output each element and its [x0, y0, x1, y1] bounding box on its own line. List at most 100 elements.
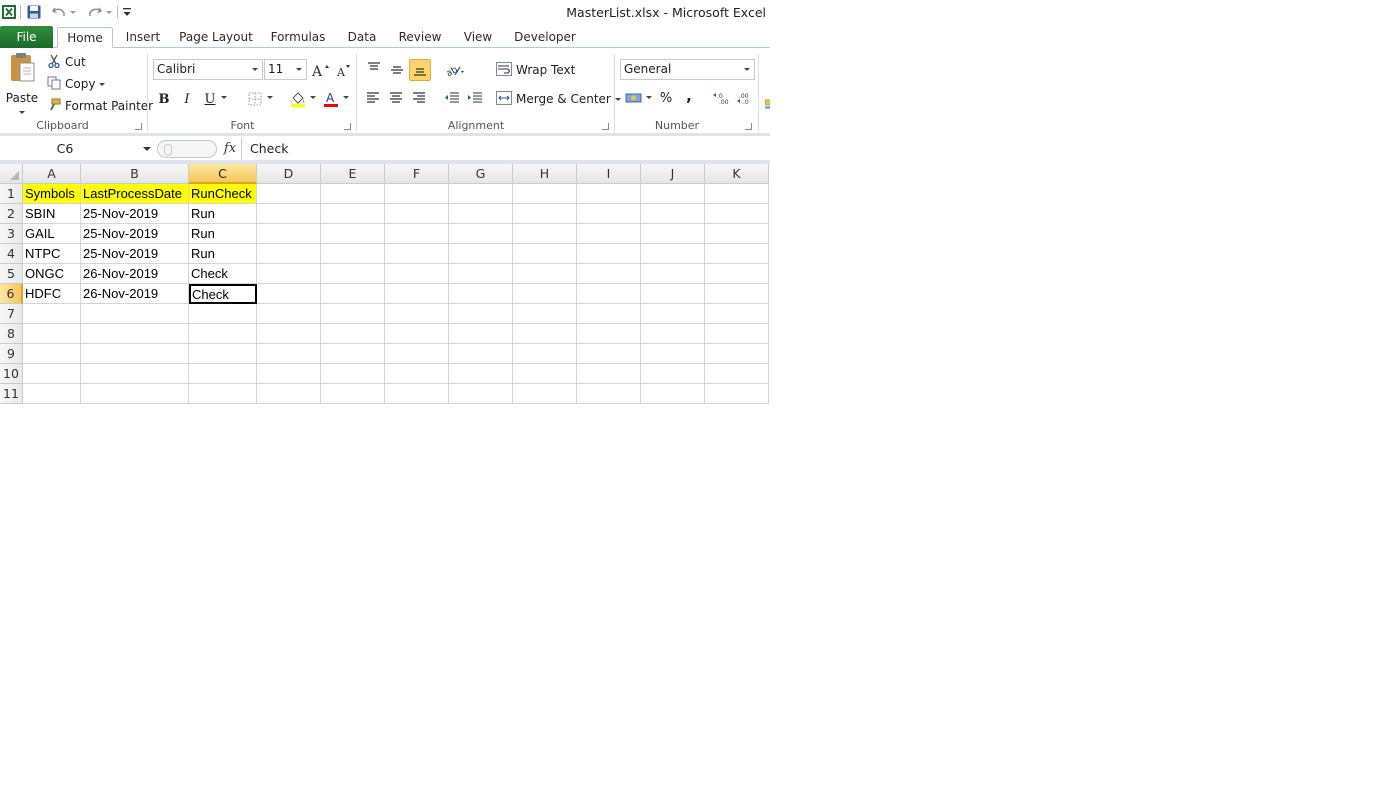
- cell-b4[interactable]: 25-Nov-2019: [81, 244, 189, 264]
- cell-a4[interactable]: NTPC: [23, 244, 81, 264]
- cell-e11[interactable]: [321, 384, 385, 404]
- grow-font-icon[interactable]: A: [309, 59, 331, 81]
- cell-k3[interactable]: [705, 224, 769, 244]
- cell-h9[interactable]: [513, 344, 577, 364]
- number-format-combo[interactable]: General: [620, 59, 755, 80]
- cell-e10[interactable]: [321, 364, 385, 384]
- align-top-icon[interactable]: [363, 57, 385, 79]
- cell-j8[interactable]: [641, 324, 705, 344]
- cell-b3[interactable]: 25-Nov-2019: [81, 224, 189, 244]
- cell-c11[interactable]: [189, 384, 257, 404]
- paste-dropdown-icon[interactable]: [19, 111, 25, 114]
- cell-c5[interactable]: Check: [189, 264, 257, 284]
- cell-i7[interactable]: [577, 304, 641, 324]
- row-header-7[interactable]: 7: [0, 304, 23, 324]
- align-bottom-icon[interactable]: [409, 59, 431, 81]
- cell-h4[interactable]: [513, 244, 577, 264]
- cell-k2[interactable]: [705, 204, 769, 224]
- column-header-a[interactable]: A: [23, 164, 81, 184]
- wrap-text-button[interactable]: Wrap Text: [496, 61, 575, 78]
- row-header-11[interactable]: 11: [0, 384, 23, 404]
- cell-i3[interactable]: [577, 224, 641, 244]
- font-name-combo[interactable]: Calibri: [153, 59, 263, 80]
- cell-b9[interactable]: [81, 344, 189, 364]
- fill-color-dropdown-icon[interactable]: [310, 96, 316, 99]
- cell-c8[interactable]: [189, 324, 257, 344]
- cell-f10[interactable]: [385, 364, 449, 384]
- cell-k10[interactable]: [705, 364, 769, 384]
- cell-i1[interactable]: [577, 184, 641, 204]
- cell-d8[interactable]: [257, 324, 321, 344]
- cell-d5[interactable]: [257, 264, 321, 284]
- cell-i6[interactable]: [577, 284, 641, 304]
- tab-file[interactable]: File: [0, 26, 53, 48]
- formula-input[interactable]: Check: [241, 138, 770, 160]
- save-icon[interactable]: [24, 2, 44, 22]
- shrink-font-icon[interactable]: A: [332, 59, 354, 81]
- cell-k8[interactable]: [705, 324, 769, 344]
- cell-d6[interactable]: [257, 284, 321, 304]
- cell-f4[interactable]: [385, 244, 449, 264]
- font-size-dropdown-icon[interactable]: [296, 68, 302, 71]
- cell-c6[interactable]: Check: [189, 284, 257, 304]
- row-header-1[interactable]: 1: [0, 184, 23, 204]
- cell-b1[interactable]: LastProcessDate: [81, 184, 189, 204]
- undo-dropdown-icon[interactable]: [68, 2, 78, 22]
- cell-h10[interactable]: [513, 364, 577, 384]
- cell-d3[interactable]: [257, 224, 321, 244]
- cell-b5[interactable]: 26-Nov-2019: [81, 264, 189, 284]
- cell-j9[interactable]: [641, 344, 705, 364]
- cell-k5[interactable]: [705, 264, 769, 284]
- cell-e6[interactable]: [321, 284, 385, 304]
- cell-e5[interactable]: [321, 264, 385, 284]
- cell-j2[interactable]: [641, 204, 705, 224]
- column-header-i[interactable]: I: [577, 164, 641, 184]
- cell-f9[interactable]: [385, 344, 449, 364]
- cell-h6[interactable]: [513, 284, 577, 304]
- increase-indent-icon[interactable]: [464, 87, 486, 109]
- cell-g9[interactable]: [449, 344, 513, 364]
- cell-i9[interactable]: [577, 344, 641, 364]
- worksheet-grid[interactable]: A B C D E F G H I J K 1 Symbols LastProcessDate RunChe…: [0, 164, 770, 408]
- cell-h3[interactable]: [513, 224, 577, 244]
- cell-k1[interactable]: [705, 184, 769, 204]
- cell-h8[interactable]: [513, 324, 577, 344]
- column-header-e[interactable]: E: [321, 164, 385, 184]
- cell-f1[interactable]: [385, 184, 449, 204]
- copy-dropdown-icon[interactable]: [99, 82, 106, 86]
- italic-button[interactable]: I: [176, 88, 198, 110]
- cell-i4[interactable]: [577, 244, 641, 264]
- cell-c1[interactable]: RunCheck: [189, 184, 257, 204]
- cell-f6[interactable]: [385, 284, 449, 304]
- cell-c4[interactable]: Run: [189, 244, 257, 264]
- cell-j7[interactable]: [641, 304, 705, 324]
- tab-page-layout[interactable]: Page Layout: [176, 27, 256, 48]
- font-color-icon[interactable]: A: [320, 88, 342, 110]
- cell-g8[interactable]: [449, 324, 513, 344]
- borders-dropdown-icon[interactable]: [267, 96, 273, 99]
- column-header-b[interactable]: B: [81, 164, 189, 184]
- cell-f3[interactable]: [385, 224, 449, 244]
- cell-f11[interactable]: [385, 384, 449, 404]
- orientation-icon[interactable]: ab: [444, 59, 466, 81]
- format-painter-button[interactable]: Format Painter: [47, 96, 153, 116]
- cell-e7[interactable]: [321, 304, 385, 324]
- column-header-c[interactable]: C: [189, 164, 257, 184]
- cell-b8[interactable]: [81, 324, 189, 344]
- fill-color-icon[interactable]: [287, 88, 309, 110]
- cell-g10[interactable]: [449, 364, 513, 384]
- cell-h1[interactable]: [513, 184, 577, 204]
- cell-i10[interactable]: [577, 364, 641, 384]
- font-name-dropdown-icon[interactable]: [252, 68, 258, 71]
- cell-b2[interactable]: 25-Nov-2019: [81, 204, 189, 224]
- accounting-dropdown-icon[interactable]: [646, 96, 652, 99]
- column-header-f[interactable]: F: [385, 164, 449, 184]
- name-box-dropdown-icon[interactable]: [143, 147, 151, 151]
- formula-bar-splitter[interactable]: [157, 140, 217, 158]
- cell-j4[interactable]: [641, 244, 705, 264]
- row-header-8[interactable]: 8: [0, 324, 23, 344]
- align-middle-icon[interactable]: [386, 59, 408, 81]
- cell-e4[interactable]: [321, 244, 385, 264]
- decrease-decimal-icon[interactable]: .00.0: [734, 87, 756, 109]
- cell-g1[interactable]: [449, 184, 513, 204]
